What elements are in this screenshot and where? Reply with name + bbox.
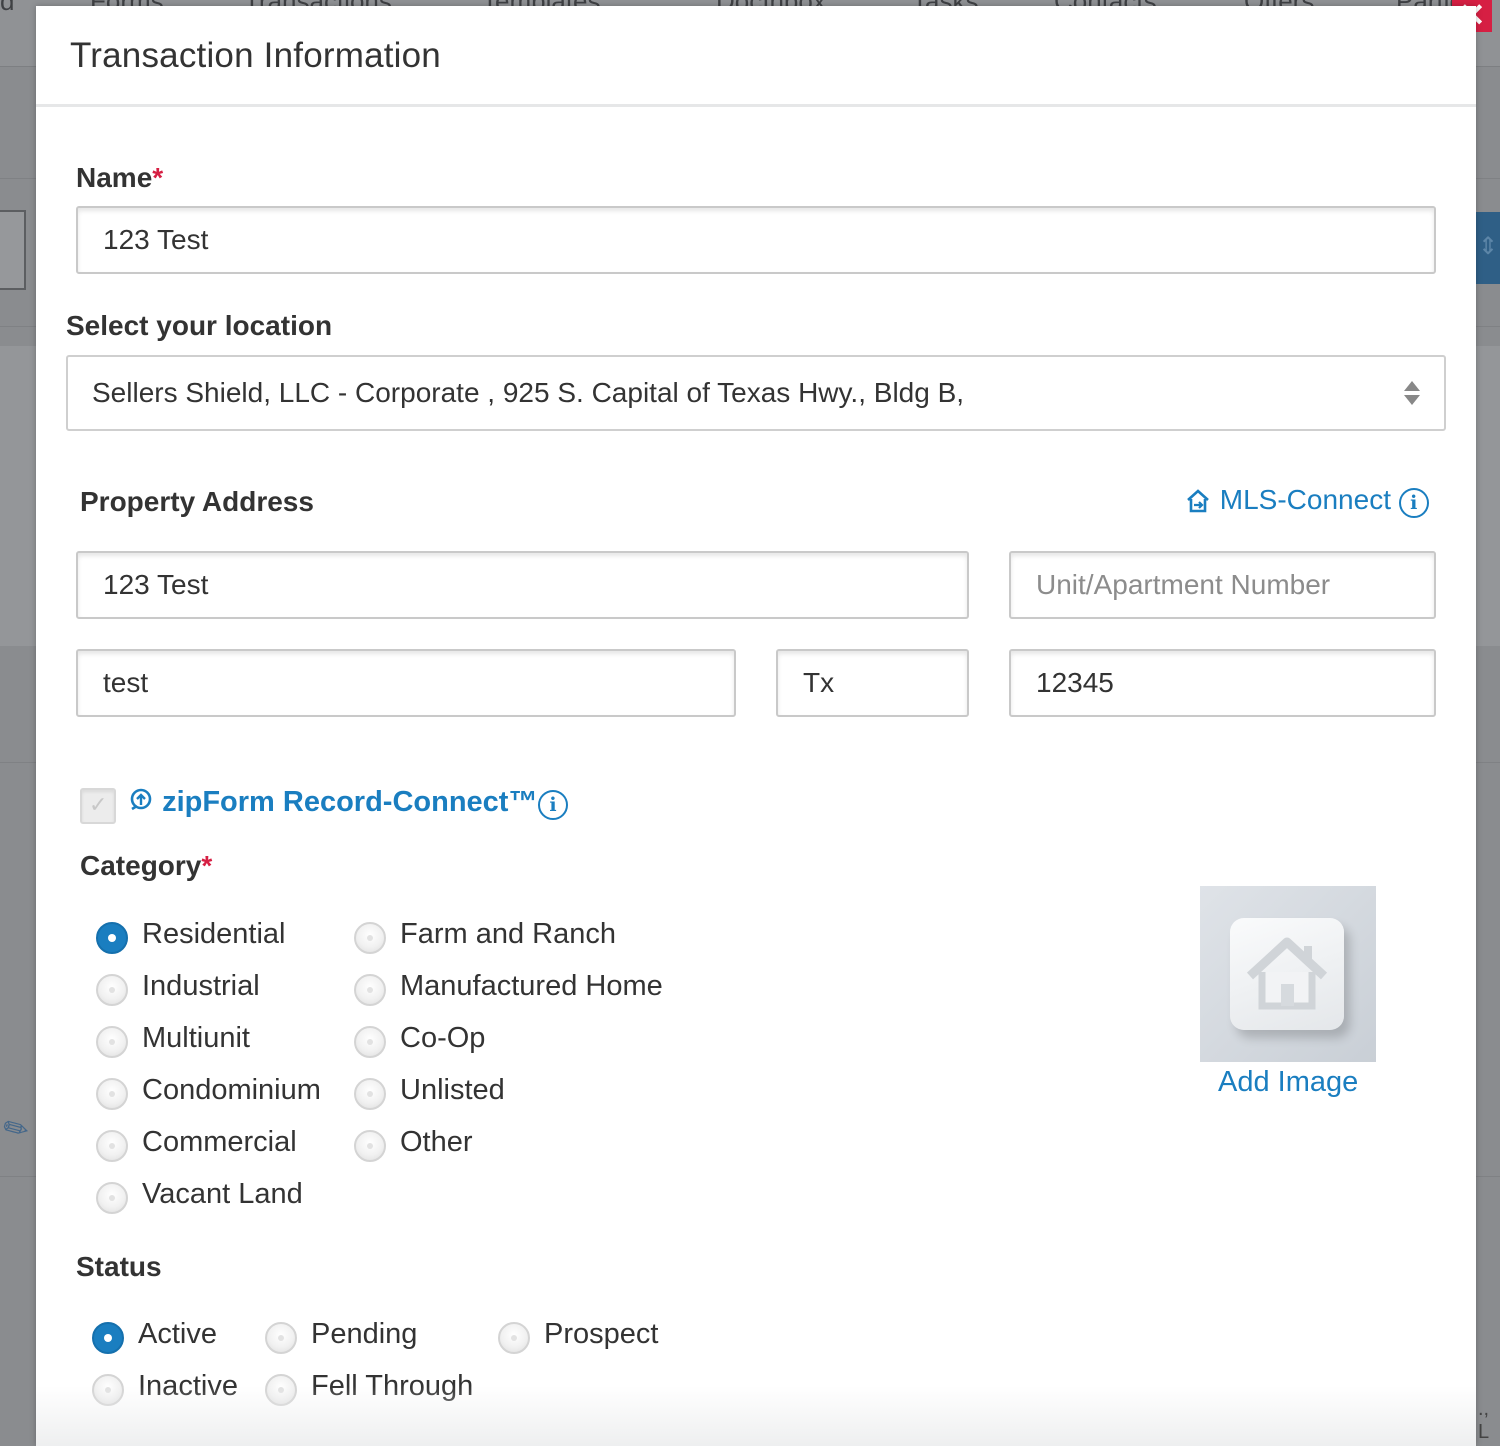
mls-connect-link[interactable]: MLS-Connect i (1184, 484, 1429, 518)
image-tile (1230, 918, 1344, 1030)
radio-button[interactable] (354, 1130, 386, 1162)
status-label: Status (76, 1251, 162, 1282)
name-label-text: Name (76, 162, 153, 193)
radio-label: Vacant Land (142, 1178, 303, 1210)
location-label: Select your location (66, 310, 333, 341)
radio-button[interactable] (265, 1322, 297, 1354)
radio-button[interactable] (96, 974, 128, 1006)
required-mark: * (152, 162, 164, 193)
zipform-info-icon[interactable]: i (538, 790, 568, 820)
city-input[interactable]: test (76, 649, 736, 717)
name-input[interactable]: 123 Test (76, 206, 1436, 274)
bg-footer-text: ., L (1478, 1398, 1490, 1443)
radio-label: Fell Through (311, 1370, 474, 1402)
location-select-value: Sellers Shield, LLC - Corporate , 925 S.… (92, 377, 965, 408)
zipform-label: zipForm Record-Connect™ (162, 786, 538, 818)
radio-button[interactable] (92, 1374, 124, 1406)
transaction-info-modal: Transaction Information Name* 123 Test S… (36, 6, 1476, 1446)
property-image-placeholder[interactable] (1200, 886, 1376, 1062)
radio-label: Unlisted (400, 1074, 505, 1106)
bg-sort-button (1476, 212, 1500, 284)
select-arrows-icon (1404, 381, 1420, 407)
radio-label: Other (400, 1126, 473, 1158)
radio-button[interactable] (354, 974, 386, 1006)
radio-button[interactable] (354, 922, 386, 954)
zipform-record-connect-link[interactable]: zipForm Record-Connect™ (128, 786, 537, 819)
radio-button[interactable] (92, 1322, 124, 1354)
name-label: Name* (76, 162, 163, 194)
category-label: Category* (80, 850, 212, 882)
category-label-text: Category (80, 850, 202, 881)
location-select[interactable]: Sellers Shield, LLC - Corporate , 925 S.… (66, 355, 1446, 431)
radio-label: Condominium (142, 1074, 321, 1106)
modal-header: Transaction Information (36, 6, 1476, 107)
required-mark: * (201, 850, 213, 881)
mls-info-icon[interactable]: i (1398, 488, 1429, 518)
street-input[interactable]: 123 Test (76, 551, 969, 619)
house-icon (1246, 937, 1328, 1010)
radio-label: Multiunit (142, 1022, 250, 1054)
radio-button[interactable] (96, 1026, 128, 1058)
state-input[interactable]: Tx (776, 649, 969, 717)
bg-nav-item: d (0, 0, 15, 16)
radio-label: Industrial (142, 970, 260, 1002)
bg-input (0, 210, 26, 290)
radio-button[interactable] (354, 1078, 386, 1110)
add-image-link[interactable]: Add Image (1218, 1066, 1358, 1099)
radio-button[interactable] (498, 1322, 530, 1354)
radio-label: Residential (142, 918, 286, 950)
radio-button[interactable] (96, 1078, 128, 1110)
radio-button[interactable] (96, 922, 128, 954)
radio-button[interactable] (96, 1130, 128, 1162)
mls-house-icon (1187, 489, 1209, 513)
zipform-checkbox[interactable] (80, 788, 116, 824)
property-address-label: Property Address (80, 486, 314, 517)
radio-label: Inactive (138, 1370, 238, 1402)
unit-input[interactable]: Unit/Apartment Number (1009, 551, 1436, 619)
radio-label: Pending (311, 1318, 418, 1350)
mls-connect-label: MLS-Connect (1219, 484, 1391, 515)
radio-label: Commercial (142, 1126, 297, 1158)
zipform-icon (130, 788, 152, 811)
radio-button[interactable] (354, 1026, 386, 1058)
bg-edit-icon: ✎ (0, 1108, 36, 1151)
radio-button[interactable] (265, 1374, 297, 1406)
radio-label: Co-Op (400, 1022, 486, 1054)
scroll-fade (36, 1386, 1476, 1446)
zip-input[interactable]: 12345 (1009, 649, 1436, 717)
radio-label: Farm and Ranch (400, 918, 616, 950)
radio-label: Prospect (544, 1318, 659, 1350)
radio-button[interactable] (96, 1182, 128, 1214)
modal-title: Transaction Information (70, 36, 441, 75)
radio-label: Active (138, 1318, 217, 1350)
radio-label: Manufactured Home (400, 970, 663, 1002)
